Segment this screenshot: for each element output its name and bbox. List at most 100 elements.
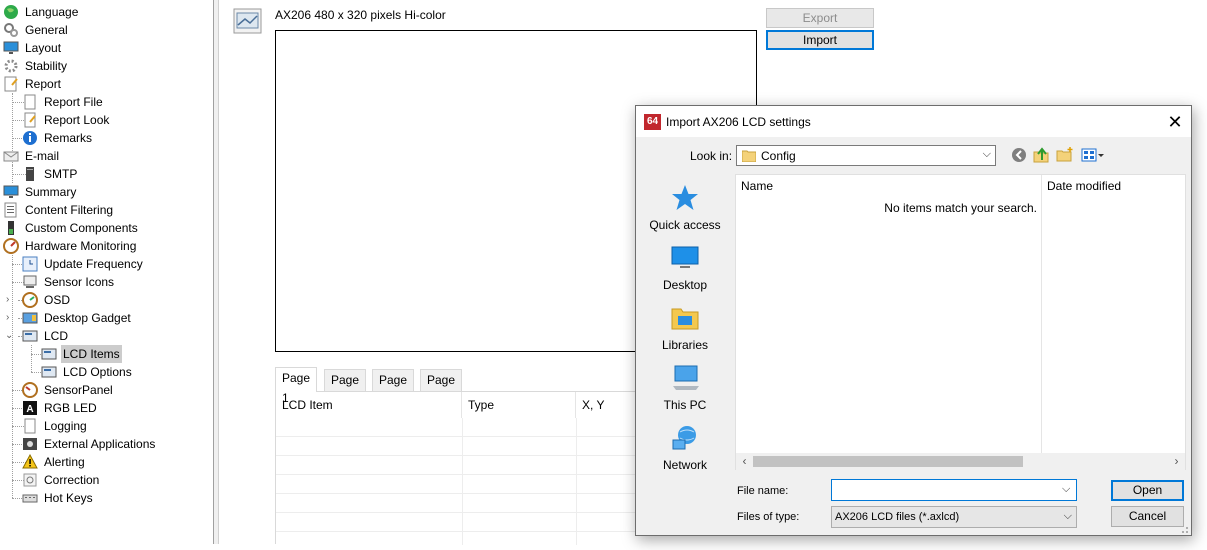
cancel-button[interactable]: Cancel (1111, 506, 1184, 527)
chevron-down-icon: ⌵ (982, 148, 991, 160)
tree-item-report[interactable]: Report (3, 75, 63, 93)
table-row (276, 474, 676, 493)
desktop-icon (670, 243, 700, 273)
tree-item-osd[interactable]: OSD (22, 291, 72, 309)
tree-item-summary[interactable]: Summary (3, 183, 78, 201)
computer-icon (670, 363, 700, 393)
places-bar: Quick access Desktop Libraries This PC N… (644, 173, 726, 472)
clock-icon (22, 256, 38, 272)
place-desktop[interactable]: Desktop (644, 243, 726, 301)
report-look-icon (22, 112, 38, 128)
column-divider (462, 418, 463, 545)
column-header-date-modified[interactable]: Date modified (1047, 179, 1121, 193)
tree-item-remarks[interactable]: Remarks (22, 129, 94, 147)
document-icon (22, 418, 38, 434)
settings-tree: › › ⌄ Language General Layout Stability … (0, 0, 214, 544)
tree-item-layout[interactable]: Layout (3, 39, 63, 57)
tree-item-sensor-icons[interactable]: Sensor Icons (22, 273, 116, 291)
expand-chevron-icon[interactable]: › (6, 294, 9, 305)
svg-text:A: A (26, 404, 33, 415)
warning-icon (22, 453, 38, 470)
import-button[interactable]: Import (766, 30, 874, 50)
files-of-type-dropdown[interactable]: AX206 LCD files (*.axlcd) ⌵ (831, 506, 1077, 528)
view-menu-icon[interactable] (1080, 146, 1106, 164)
gauge-icon (3, 238, 19, 254)
tree-item-desktop-gadget[interactable]: Desktop Gadget (22, 309, 133, 327)
tree-item-stability[interactable]: Stability (3, 57, 69, 75)
resize-grip-icon[interactable] (1179, 523, 1189, 533)
tree-item-language[interactable]: Language (3, 3, 80, 21)
tree-item-report-file[interactable]: Report File (22, 93, 105, 111)
export-button[interactable]: Export (766, 8, 874, 28)
column-header-name[interactable]: Name (741, 179, 773, 193)
tree-item-logging[interactable]: Logging (22, 417, 89, 435)
tree-item-update-frequency[interactable]: Update Frequency (22, 255, 145, 273)
tree-item-lcd[interactable]: LCD (22, 327, 70, 345)
keyboard-icon (22, 490, 38, 506)
close-icon[interactable]: ✕ (1162, 110, 1188, 134)
table-row (276, 493, 676, 512)
tab-page-3[interactable]: Page 3 (372, 369, 415, 407)
look-in-value: Config (761, 149, 796, 163)
scroll-left-icon[interactable]: ‹ (736, 453, 753, 470)
new-folder-icon[interactable] (1056, 146, 1074, 164)
battery-icon (3, 220, 19, 236)
tree-item-report-look[interactable]: Report Look (22, 111, 111, 129)
gears-icon (3, 58, 19, 74)
tree-item-correction[interactable]: Correction (22, 471, 101, 489)
tree-item-smtp[interactable]: SMTP (22, 165, 79, 183)
tree-item-hardware-monitoring[interactable]: Hardware Monitoring (3, 237, 138, 255)
up-folder-icon[interactable] (1032, 146, 1050, 164)
place-quick-access[interactable]: Quick access (644, 183, 726, 241)
horizontal-scrollbar[interactable]: ‹ › (736, 453, 1185, 470)
file-name-label: File name: (737, 485, 789, 497)
collapse-chevron-icon[interactable]: ⌄ (5, 330, 13, 341)
device-title: AX206 480 x 320 pixels Hi-color (275, 8, 446, 22)
column-header-lcd-item[interactable]: LCD Item (276, 392, 462, 418)
file-name-input[interactable] (831, 479, 1077, 501)
info-icon (22, 130, 38, 146)
scroll-right-icon[interactable]: › (1168, 453, 1185, 470)
tree-item-content-filtering[interactable]: Content Filtering (3, 201, 115, 219)
file-list[interactable]: Name Date modified No items match your s… (735, 174, 1186, 470)
tree-item-hot-keys[interactable]: Hot Keys (22, 489, 95, 507)
files-of-type-value: AX206 LCD files (*.axlcd) (835, 511, 960, 523)
lcd-icon (22, 328, 38, 344)
tab-page-1[interactable]: Page 1 (275, 367, 318, 405)
place-this-pc[interactable]: This PC (644, 363, 726, 421)
open-button[interactable]: Open (1111, 480, 1184, 501)
table-row (276, 531, 676, 550)
files-of-type-label: Files of type: (737, 511, 800, 523)
tree-item-email[interactable]: E-mail (3, 147, 61, 165)
look-in-label: Look in: (690, 149, 733, 163)
tree-item-lcd-items[interactable]: LCD Items (41, 345, 122, 363)
expand-chevron-icon[interactable]: › (6, 312, 9, 323)
correction-icon (22, 472, 38, 488)
server-icon (22, 166, 38, 182)
lcd-icon (41, 346, 57, 362)
dialog-title: Import AX206 LCD settings (666, 115, 811, 129)
look-in-dropdown[interactable]: Config ⌵ (736, 145, 996, 166)
lcd-icon (41, 364, 57, 380)
envelope-icon (3, 148, 19, 164)
tree-item-custom-components[interactable]: Custom Components (3, 219, 140, 237)
tree-item-sensorpanel[interactable]: SensorPanel (22, 381, 115, 399)
tab-page-4[interactable]: Page 4 (420, 369, 463, 407)
column-header-type[interactable]: Type (462, 392, 576, 418)
tree-item-rgb-led[interactable]: A RGB LED (22, 399, 99, 417)
filter-icon (3, 202, 19, 218)
tree-item-external-applications[interactable]: External Applications (22, 435, 157, 453)
column-divider (1041, 175, 1042, 453)
folder-icon (741, 149, 757, 163)
tree-item-general[interactable]: General (3, 21, 70, 39)
place-network[interactable]: Network (644, 423, 726, 481)
place-libraries[interactable]: Libraries (644, 303, 726, 361)
back-icon[interactable] (1010, 146, 1028, 164)
dialog-titlebar[interactable]: 64 Import AX206 LCD settings ✕ (636, 106, 1191, 137)
document-icon (22, 94, 38, 110)
tree-item-lcd-options[interactable]: LCD Options (41, 363, 134, 381)
tab-page-2[interactable]: Page 2 (324, 369, 367, 407)
tree-item-alerting[interactable]: Alerting (22, 453, 87, 471)
scrollbar-thumb[interactable] (753, 456, 1023, 467)
gear-icon (3, 22, 19, 38)
